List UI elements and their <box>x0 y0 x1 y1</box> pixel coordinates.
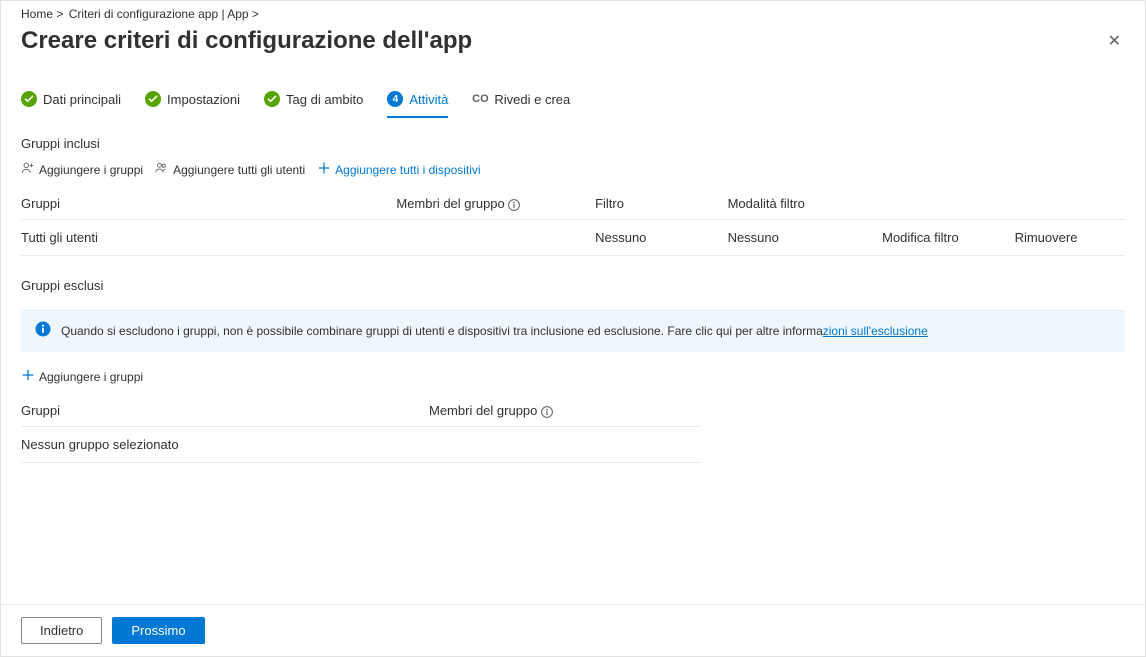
action-label: Aggiungere tutti gli utenti <box>173 163 305 177</box>
breadcrumb: Home > Criteri di configurazione app | A… <box>1 1 1145 23</box>
table-empty-row: Nessun gruppo selezionato <box>21 427 701 463</box>
add-groups-link[interactable]: Aggiungere i gruppi <box>21 161 143 178</box>
step-label: Dati principali <box>43 92 121 107</box>
add-all-users-link[interactable]: Aggiungere tutti gli utenti <box>155 161 305 178</box>
header-label: Membri del gruppo <box>396 196 504 211</box>
info-icon <box>35 321 51 340</box>
col-groups: Gruppi <box>21 395 429 427</box>
check-icon <box>264 91 280 107</box>
breadcrumb-policies[interactable]: Criteri di configurazione app | App > <box>69 7 259 21</box>
info-icon[interactable] <box>508 199 520 211</box>
next-button[interactable]: Prossimo <box>112 617 204 644</box>
cell-group-members <box>396 220 595 256</box>
step-settings[interactable]: Impostazioni <box>145 85 252 117</box>
info-icon[interactable] <box>541 406 553 418</box>
plus-icon <box>317 161 331 178</box>
info-link[interactable]: zioni sull'esclusione <box>823 324 928 338</box>
empty-message: Nessun gruppo selezionato <box>21 427 701 463</box>
step-assignments[interactable]: 4 Attività <box>387 85 460 117</box>
wizard-footer: Indietro Prossimo <box>1 604 1145 656</box>
check-icon <box>21 91 37 107</box>
add-people-icon <box>155 161 169 178</box>
action-label: Aggiungere tutti i dispositivi <box>335 163 480 177</box>
add-all-devices-link[interactable]: Aggiungere tutti i dispositivi <box>317 161 480 178</box>
close-button[interactable]: ✕ <box>1104 27 1125 55</box>
col-filter-mode: Modalità filtro <box>728 188 883 220</box>
step-review[interactable]: CO Rivedi e crea <box>472 85 582 117</box>
step-number-icon: 4 <box>387 91 403 107</box>
col-group-members: Membri del gruppo <box>396 188 595 220</box>
included-groups-table: Gruppi Membri del gruppo Filtro Modalità… <box>21 188 1125 256</box>
included-groups-title: Gruppi inclusi <box>21 136 1125 151</box>
step-label: Tag di ambito <box>286 92 363 107</box>
step-label: Rivedi e crea <box>494 92 570 107</box>
step-basics[interactable]: Dati principali <box>21 85 133 117</box>
edit-filter-link[interactable]: Modifica filtro <box>882 220 1014 256</box>
col-group-members: Membri del gruppo <box>429 395 701 427</box>
action-label: Aggiungere i gruppi <box>39 370 143 384</box>
wizard-steps: Dati principali Impostazioni Tag di ambi… <box>21 85 1125 118</box>
step-label: Attività <box>409 92 448 107</box>
header-label: Gruppi <box>21 196 60 211</box>
action-label: Aggiungere i gruppi <box>39 163 143 177</box>
add-person-icon <box>21 161 35 178</box>
step-label: Impostazioni <box>167 92 240 107</box>
info-banner: Quando si escludono i gruppi, non è poss… <box>21 309 1125 352</box>
info-text-body: Quando si escludono i gruppi, non è poss… <box>61 324 823 338</box>
cell-filter: Nessuno <box>595 220 727 256</box>
col-filter: Filtro <box>595 188 727 220</box>
close-icon: ✕ <box>1108 33 1121 50</box>
page-title: Creare criteri di configurazione dell'ap… <box>21 27 472 55</box>
remove-link[interactable]: Rimuovere <box>1015 220 1125 256</box>
add-excluded-groups-link[interactable]: Aggiungere i gruppi <box>21 368 143 385</box>
step-scope-tags[interactable]: Tag di ambito <box>264 85 375 117</box>
cell-filter-mode: Nessuno <box>728 220 883 256</box>
table-row: Tutti gli utenti Nessuno Nessuno Modific… <box>21 220 1125 256</box>
excluded-groups-table: Gruppi Membri del gruppo Nessun gruppo s… <box>21 395 701 463</box>
cell-groups: Tutti gli utenti <box>21 220 396 256</box>
excluded-groups-title: Gruppi esclusi <box>21 278 1125 293</box>
info-text: Quando si escludono i gruppi, non è poss… <box>61 324 928 338</box>
breadcrumb-home[interactable]: Home > <box>21 7 63 21</box>
check-icon <box>145 91 161 107</box>
col-groups: Gruppi <box>21 188 396 220</box>
back-button[interactable]: Indietro <box>21 617 102 644</box>
plus-icon <box>21 368 35 385</box>
step-pending-icon: CO <box>472 91 488 107</box>
header-label: Membri del gruppo <box>429 403 537 418</box>
